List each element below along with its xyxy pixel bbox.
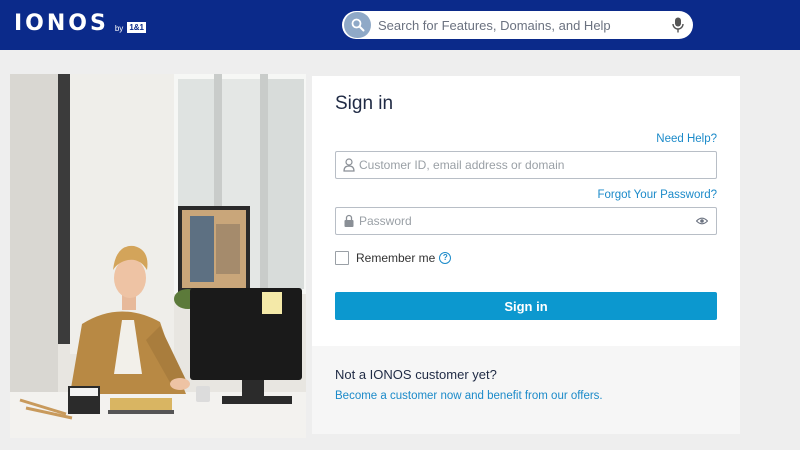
top-header: IONOS by 1&1 — [0, 0, 800, 50]
search-icon — [351, 18, 364, 32]
logo-wordmark: IONOS — [14, 11, 109, 36]
need-help-link[interactable]: Need Help? — [656, 133, 717, 145]
signin-button[interactable]: Sign in — [335, 292, 717, 320]
signin-title: Sign in — [335, 93, 394, 114]
search-input[interactable] — [378, 15, 658, 35]
password-input[interactable] — [359, 212, 679, 230]
logo-by-label: by — [114, 24, 124, 33]
user-icon — [343, 158, 355, 172]
new-customer-title: Not a IONOS customer yet? — [335, 367, 497, 382]
customer-id-field[interactable] — [335, 151, 717, 179]
eye-icon[interactable] — [696, 215, 708, 227]
become-customer-link[interactable]: Become a customer now and benefit from o… — [335, 390, 603, 402]
password-field[interactable] — [335, 207, 717, 235]
forgot-password-link[interactable]: Forgot Your Password? — [597, 189, 717, 201]
help-icon[interactable]: ? — [439, 252, 452, 264]
new-customer-panel: Not a IONOS customer yet? Become a custo… — [312, 346, 740, 434]
logo-1and1-badge: 1&1 — [127, 22, 146, 33]
signin-card: Sign in Need Help? Forgot Your Password?… — [312, 76, 740, 346]
ionos-logo[interactable]: IONOS by 1&1 — [14, 12, 146, 36]
microphone-icon[interactable] — [671, 17, 685, 33]
search-button[interactable] — [344, 12, 371, 38]
remember-me-row: Remember me ? — [335, 251, 452, 265]
search-bar — [342, 11, 693, 39]
customer-id-input[interactable] — [359, 156, 679, 174]
remember-me-checkbox[interactable] — [335, 251, 349, 265]
lock-icon — [344, 214, 354, 227]
remember-me-label[interactable]: Remember me — [356, 251, 435, 265]
office-scene-illustration — [10, 74, 306, 438]
hero-photo — [10, 74, 306, 438]
